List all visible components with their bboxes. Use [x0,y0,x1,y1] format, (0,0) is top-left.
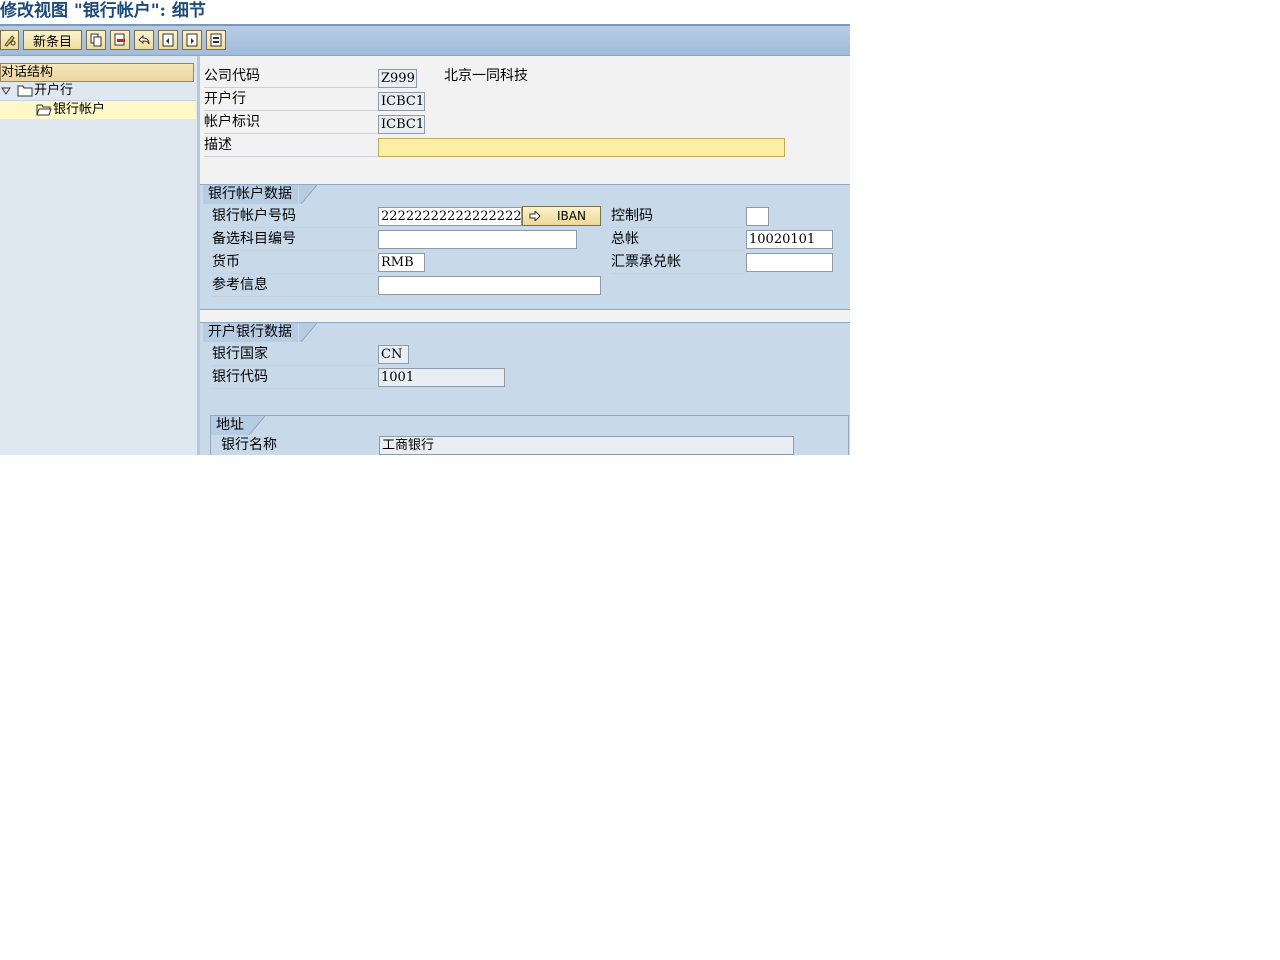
alt-account-label: 备选科目编号 [212,229,378,251]
control-key-input[interactable] [746,207,769,226]
subgroup-title: 地址 [211,416,248,435]
gl-account-label: 总帐 [611,229,746,251]
bank-key-label: 银行代码 [212,367,378,389]
iban-button-label: IBAN [557,209,586,223]
house-bank-field: ICBC1 [378,92,425,111]
company-code-field: Z999 [378,69,417,88]
new-entries-label: 新条目 [32,34,72,50]
address-subgroup: 地址 银行名称 工商银行 [210,415,849,455]
collapse-triangle-icon[interactable] [1,86,11,96]
delete-icon[interactable] [110,30,130,50]
open-folder-icon [36,102,52,122]
bill-account-label: 汇票承兑帐 [611,252,746,274]
application-toolbar: 新条目 [0,26,850,56]
bank-account-data-group: 银行帐户数据 银行帐户号码 22222222222222222222 IBAN … [200,184,850,310]
account-id-label: 帐户标识 [204,112,378,134]
bank-country-label: 银行国家 [212,344,378,366]
bank-country-field: CN [378,345,409,364]
group-title: 银行帐户数据 [203,185,298,204]
control-key-label: 控制码 [611,206,746,228]
page-title: 修改视图 "银行帐户": 细节 [0,1,206,21]
group-tab-edge [299,185,317,204]
new-entries-button[interactable]: 新条目 [23,30,82,50]
next-entry-icon[interactable] [182,30,202,50]
bank-name-label: 银行名称 [221,435,379,455]
currency-label: 货币 [212,252,378,274]
account-id-field: ICBC1 [378,115,425,134]
tree-header: 对话结构 [0,63,194,82]
group-tab-edge [299,323,317,342]
iban-button[interactable]: IBAN [522,206,601,226]
currency-input[interactable]: RMB [378,253,425,272]
company-name-text: 北京一同科技 [444,68,528,84]
gl-account-input[interactable]: 10020101 [746,230,833,249]
bank-key-field: 1001 [378,368,505,387]
group-tab-edge [247,416,265,435]
detail-area: 公司代码 Z999 北京一同科技 开户行 ICBC1 帐户标识 ICBC1 描述… [200,56,850,455]
account-number-input[interactable]: 22222222222222222222 [378,207,522,226]
tree-item-house-bank[interactable]: 开户行 [0,82,196,101]
copy-icon[interactable] [86,30,106,50]
select-icon[interactable] [206,30,226,50]
tree-item-label: 开户行 [34,83,74,98]
sap-window: 修改视图 "银行帐户": 细节 新条目 对话结构 开户行 银行帐户 公司代码 Z… [0,0,850,455]
account-number-label: 银行帐户号码 [212,206,378,228]
house-bank-data-group: 开户银行数据 银行国家 CN 银行代码 1001 地址 银行名称 工商银行 [200,322,850,455]
alt-account-input[interactable] [378,230,577,249]
bill-account-input[interactable] [746,253,833,272]
pencil-glasses-icon[interactable] [0,30,19,50]
dialog-structure-panel: 对话结构 开户行 银行帐户 [0,56,200,455]
description-label: 描述 [204,135,378,157]
undo-icon[interactable] [134,30,154,50]
reference-label: 参考信息 [212,275,378,297]
reference-input[interactable] [378,276,601,295]
tree-item-bank-accounts[interactable]: 银行帐户 [0,101,196,119]
house-bank-label: 开户行 [204,89,378,111]
bank-name-field: 工商银行 [379,436,794,455]
company-code-label: 公司代码 [204,66,378,88]
arrow-right-icon [529,211,541,221]
folder-icon [17,83,33,103]
description-input[interactable] [378,138,785,157]
group-title: 开户银行数据 [203,323,298,342]
tree-item-label: 银行帐户 [53,102,106,117]
prev-entry-icon[interactable] [158,30,178,50]
